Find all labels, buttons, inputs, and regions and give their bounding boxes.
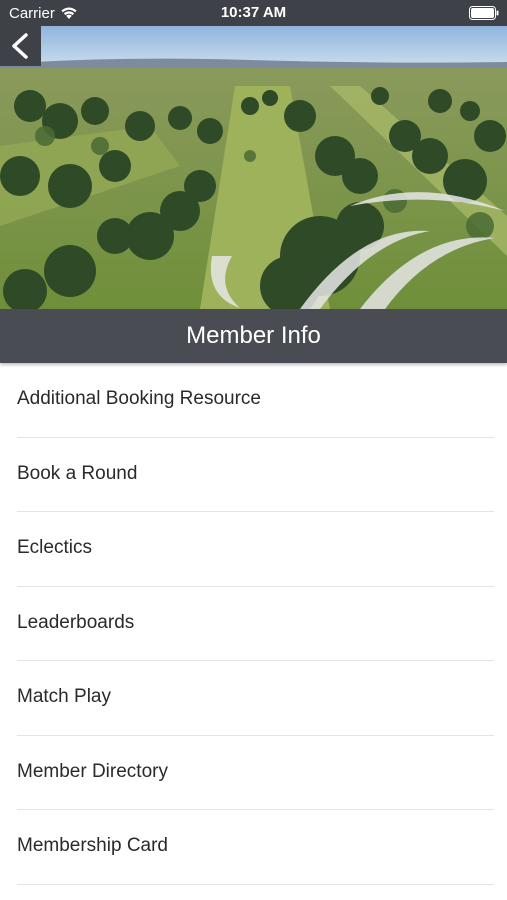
menu-list: Additional Booking Resource Book a Round… (0, 363, 507, 885)
menu-item-membership-card[interactable]: Membership Card (0, 810, 507, 885)
menu-item-label: Leaderboards (17, 611, 135, 633)
menu-item-label: Additional Booking Resource (17, 388, 261, 409)
page-title: Member Info (186, 322, 321, 349)
menu-item-match-play[interactable]: Match Play (0, 661, 507, 736)
menu-item-label: Book a Round (17, 462, 138, 484)
battery-icon (469, 6, 499, 20)
hero-image (0, 26, 507, 309)
menu-item-leaderboards[interactable]: Leaderboards (0, 587, 507, 662)
menu-item-book-a-round[interactable]: Book a Round (0, 438, 507, 513)
menu-item-member-directory[interactable]: Member Directory (0, 736, 507, 811)
title-bar: Member Info (0, 309, 507, 363)
menu-item-label: Membership Card (17, 835, 168, 856)
menu-item-label: Member Directory (17, 760, 168, 782)
back-button[interactable] (0, 26, 41, 66)
menu-item-label: Match Play (17, 686, 111, 707)
chevron-left-icon (12, 33, 28, 59)
menu-item-additional-booking-resource[interactable]: Additional Booking Resource (0, 363, 507, 438)
menu-item-eclectics[interactable]: Eclectics (0, 512, 507, 587)
status-bar: Carrier 10:37 AM (0, 0, 507, 26)
menu-item-label: Eclectics (17, 537, 92, 558)
status-time: 10:37 AM (220, 4, 287, 21)
